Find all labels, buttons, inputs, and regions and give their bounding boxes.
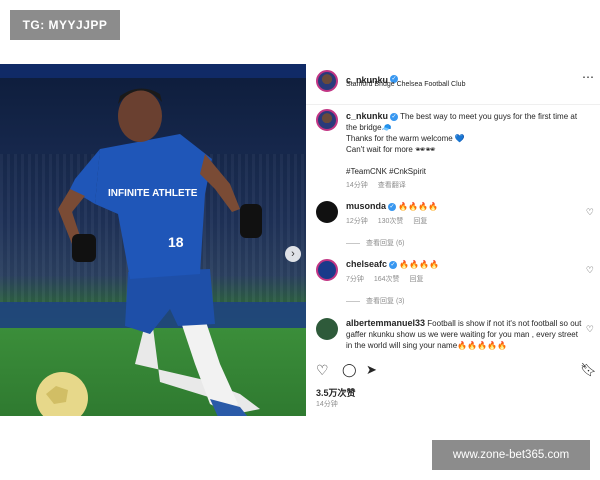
left-glove xyxy=(72,234,96,262)
jersey-number: 18 xyxy=(168,234,184,250)
verified-icon: ✓ xyxy=(388,202,397,211)
translate-link[interactable]: 查看翻译 xyxy=(378,182,406,189)
watermark-top: TG: MYYJJPP xyxy=(10,10,120,40)
commenter-username[interactable]: albertemmanuel33 xyxy=(346,318,425,328)
caption: c_nkunku ✓ The best way to meet you guys … xyxy=(346,111,591,191)
comment-text: 🔥🔥🔥🔥 xyxy=(399,260,440,269)
comment-time: 7分钟 xyxy=(346,276,364,283)
comment-likes[interactable]: 164次赞 xyxy=(374,276,400,283)
view-replies[interactable]: 查看回复 (3) xyxy=(346,296,405,306)
caption-text-3: Thanks for the warm welcome 💙 xyxy=(346,134,465,143)
view-replies[interactable]: 查看回复 (6) xyxy=(346,238,405,248)
comment-like-icon[interactable]: ♡ xyxy=(586,324,594,335)
post-panel: c_nkunku ✓ Stanford Bridge Chelsea Footba… xyxy=(306,64,600,416)
heart-icon[interactable]: ♡ xyxy=(316,362,329,379)
caption-username[interactable]: c_nkunku xyxy=(346,111,388,121)
post-time: 14分钟 xyxy=(316,401,338,408)
action-bar: ♡ ◯ ➤ 🔖︎ xyxy=(316,362,597,380)
instagram-post: INFINITE ATHLETE 18 › c_nkunku ✓ Stanford… xyxy=(0,64,600,416)
reply-button[interactable]: 回复 xyxy=(413,218,427,225)
location[interactable]: Stanford Bridge Chelsea Football Club xyxy=(346,81,465,88)
comment-likes[interactable]: 130次赞 xyxy=(378,218,404,225)
comment-text: 🔥🔥🔥🔥 xyxy=(398,202,439,211)
commenter-avatar[interactable] xyxy=(316,201,338,223)
caption-text-4: Can't wait for more 🕶🕶 xyxy=(346,145,436,154)
watermark-bottom: www.zone-bet365.com xyxy=(432,440,590,470)
reply-button[interactable]: 回复 xyxy=(410,276,424,283)
send-icon[interactable]: ➤ xyxy=(366,362,377,378)
like-count[interactable]: 3.5万次赞 xyxy=(316,386,356,399)
post-header: c_nkunku ✓ Stanford Bridge Chelsea Footba… xyxy=(306,64,600,105)
comment-time: 12分钟 xyxy=(346,218,368,225)
jersey-sponsor: INFINITE ATHLETE xyxy=(108,188,198,199)
caption-text-1: The best way to meet you guys for the fi… xyxy=(400,112,578,121)
hashtags[interactable]: #TeamCNK #CnkSpirit xyxy=(346,166,591,177)
post-photo[interactable]: INFINITE ATHLETE 18 › xyxy=(0,64,306,416)
more-options-icon[interactable]: ⋯ xyxy=(582,70,595,84)
caption-avatar[interactable] xyxy=(316,109,338,131)
verified-icon: ✓ xyxy=(390,112,399,121)
commenter-avatar[interactable] xyxy=(316,318,338,340)
comment-like-icon[interactable]: ♡ xyxy=(586,265,594,276)
comment-icon[interactable]: ◯ xyxy=(342,362,357,378)
comment-like-icon[interactable]: ♡ xyxy=(586,207,594,218)
player-illustration: INFINITE ATHLETE 18 xyxy=(36,88,262,416)
verified-icon: ✓ xyxy=(389,260,398,269)
bookmark-icon[interactable]: 🔖︎ xyxy=(580,362,597,378)
right-glove xyxy=(240,204,262,238)
commenter-avatar[interactable] xyxy=(316,259,338,281)
caption-time: 14分钟 xyxy=(346,182,368,189)
author-avatar[interactable] xyxy=(316,70,338,92)
commenter-username[interactable]: chelseafc xyxy=(346,259,387,269)
caption-text-2: the bridge🧢 xyxy=(346,123,392,132)
commenter-username[interactable]: musonda xyxy=(346,201,386,211)
next-image-button[interactable]: › xyxy=(285,246,301,262)
